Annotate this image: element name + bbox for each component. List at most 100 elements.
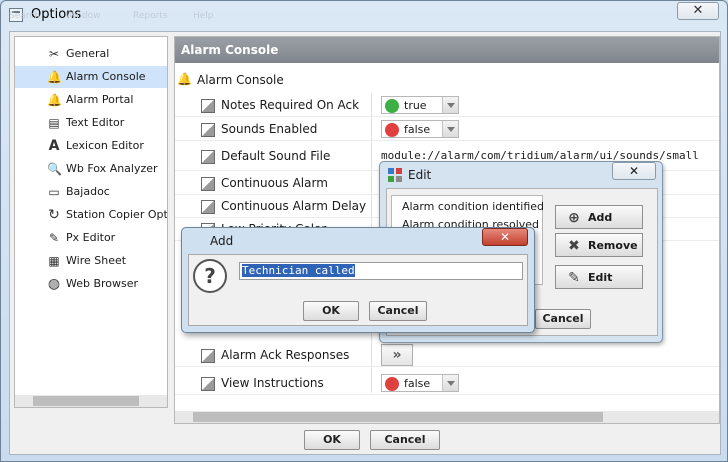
close-icon: ✕ — [692, 3, 704, 18]
nav-item-wb-fox-analyzer[interactable]: 🔍 Wb Fox Analyzer — [15, 158, 167, 180]
nav-item-bajadoc[interactable]: ▭ Bajadoc — [15, 181, 167, 203]
close-icon: ✕ — [628, 164, 640, 178]
chevron-down-icon[interactable] — [442, 97, 458, 113]
nav-item-px-editor[interactable]: ✎ Px Editor — [15, 227, 167, 249]
view-instructions-dropdown[interactable]: false — [381, 374, 459, 392]
wrench-icon: ✂ — [48, 47, 60, 61]
property-label: Sounds Enabled — [221, 122, 318, 136]
dropdown-value: true — [404, 99, 427, 112]
property-icon — [201, 177, 215, 191]
nav-item-label: Lexicon Editor — [66, 139, 144, 152]
list-item[interactable]: Alarm condition identified — [402, 200, 544, 213]
add-dialog: Add ✕ ? Technician called OK Cancel — [181, 227, 535, 333]
scrollbar-thumb[interactable] — [33, 396, 139, 406]
options-nav-list: ✂ General 🔔 Alarm Console 🔔 Alarm Portal… — [14, 36, 168, 408]
panel-header: Alarm Console — [175, 37, 719, 63]
title-bar[interactable]: Options Search Window Reports Help ✕ — [1, 1, 727, 29]
nav-item-label: Alarm Console — [66, 70, 146, 83]
ghost-menu-search: Search — [9, 11, 40, 21]
button-label: Remove — [588, 239, 638, 252]
property-icon — [201, 123, 215, 137]
property-label: View Instructions — [221, 376, 324, 390]
close-icon: ✕ — [499, 230, 511, 244]
nav-item-label: Bajadoc — [66, 185, 110, 198]
row-sounds-enabled: Sounds Enabled false — [175, 117, 719, 141]
pencil-icon: ✎ — [568, 270, 580, 286]
response-text-input[interactable]: Technician called — [239, 262, 523, 280]
nav-item-station-copier[interactable]: ↻ Station Copier Optio — [15, 204, 168, 226]
dropdown-value: false — [404, 123, 431, 136]
true-status-icon — [385, 99, 399, 113]
notes-required-dropdown[interactable]: true — [381, 96, 459, 114]
add-response-button[interactable]: ⊕ Add — [555, 205, 643, 229]
button-label: Edit — [588, 271, 613, 284]
selected-text: Technician called — [242, 264, 355, 277]
add-dialog-close-button[interactable]: ✕ — [482, 228, 528, 246]
row-alarm-ack-responses: Alarm Ack Responses » — [175, 343, 719, 367]
question-icon: ? — [193, 259, 227, 293]
nav-item-lexicon-editor[interactable]: A Lexicon Editor — [15, 135, 167, 157]
edit-dialog-close-button[interactable]: ✕ — [612, 162, 656, 180]
chevron-down-icon[interactable] — [442, 375, 458, 391]
magnifier-icon: 🔍 — [47, 162, 62, 176]
bell-icon: 🔔 — [47, 70, 62, 84]
ack-responses-edit-button[interactable]: » — [381, 344, 413, 366]
section-label: Alarm Console — [197, 73, 284, 87]
nav-item-label: Px Editor — [66, 231, 116, 244]
edit-response-button[interactable]: ✎ Edit — [555, 265, 643, 289]
cancel-button[interactable]: Cancel — [370, 430, 440, 450]
property-icon — [201, 150, 215, 164]
row-notes-required: Notes Required On Ack true — [175, 93, 719, 117]
nav-item-label: Wb Fox Analyzer — [66, 162, 158, 175]
scrollbar-thumb[interactable] — [193, 412, 603, 422]
add-dialog-title: Add — [210, 234, 234, 248]
ghost-menu-reports: Reports — [133, 11, 168, 21]
remove-response-button[interactable]: ✖ Remove — [555, 233, 643, 257]
nav-item-alarm-console[interactable]: 🔔 Alarm Console — [15, 66, 167, 88]
false-status-icon — [385, 377, 399, 391]
nav-item-label: Wire Sheet — [66, 254, 127, 267]
bell-icon: 🔔 — [47, 93, 62, 107]
edit-dialog-cancel-button[interactable]: Cancel — [535, 309, 591, 329]
nav-item-label: Text Editor — [66, 116, 125, 129]
add-dialog-ok-button[interactable]: OK — [303, 301, 359, 321]
sounds-enabled-dropdown[interactable]: false — [381, 120, 459, 138]
chevron-down-icon[interactable] — [442, 121, 458, 137]
nav-item-web-browser[interactable]: ◍ Web Browser — [15, 273, 167, 295]
nav-item-label: Alarm Portal — [66, 93, 134, 106]
double-chevron-icon: » — [392, 347, 402, 363]
row-view-instructions: View Instructions false — [175, 371, 719, 395]
property-icon — [201, 200, 215, 214]
add-dialog-cancel-button[interactable]: Cancel — [369, 301, 427, 321]
globe-icon: ◍ — [47, 276, 61, 292]
letter-a-icon: A — [48, 138, 60, 154]
sheet-icon: ▦ — [48, 254, 60, 268]
nav-item-wire-sheet[interactable]: ▦ Wire Sheet — [15, 250, 167, 272]
property-label: Default Sound File — [221, 149, 331, 163]
property-icon — [201, 99, 215, 113]
ghost-menu-window: Window — [65, 11, 101, 21]
property-icon — [201, 377, 215, 391]
nav-item-label: Web Browser — [66, 277, 139, 290]
nav-item-label: Station Copier Optio — [66, 208, 168, 221]
document-icon: ▤ — [48, 116, 60, 130]
window-close-button[interactable]: ✕ — [677, 2, 719, 20]
pencil-icon: ✎ — [48, 231, 60, 245]
property-icon — [201, 349, 215, 363]
nav-item-label: General — [66, 47, 110, 60]
panel-horizontal-scrollbar[interactable] — [175, 411, 719, 423]
false-status-icon — [385, 123, 399, 137]
add-dialog-body: ? Technician called OK Cancel — [188, 254, 528, 326]
nav-item-alarm-portal[interactable]: 🔔 Alarm Portal — [15, 89, 167, 111]
nav-item-text-editor[interactable]: ▤ Text Editor — [15, 112, 167, 134]
property-label: Continuous Alarm Delay — [221, 199, 367, 213]
ok-button[interactable]: OK — [304, 430, 360, 450]
property-label: Alarm Ack Responses — [221, 348, 350, 362]
folder-icon: ▭ — [48, 185, 60, 199]
bell-icon: 🔔 — [177, 72, 192, 86]
dropdown-value: false — [404, 377, 431, 390]
nav-horizontal-scrollbar[interactable] — [15, 395, 167, 407]
edit-dialog-icon — [388, 168, 402, 182]
property-label: Notes Required On Ack — [221, 98, 360, 112]
nav-item-general[interactable]: ✂ General — [15, 43, 167, 65]
